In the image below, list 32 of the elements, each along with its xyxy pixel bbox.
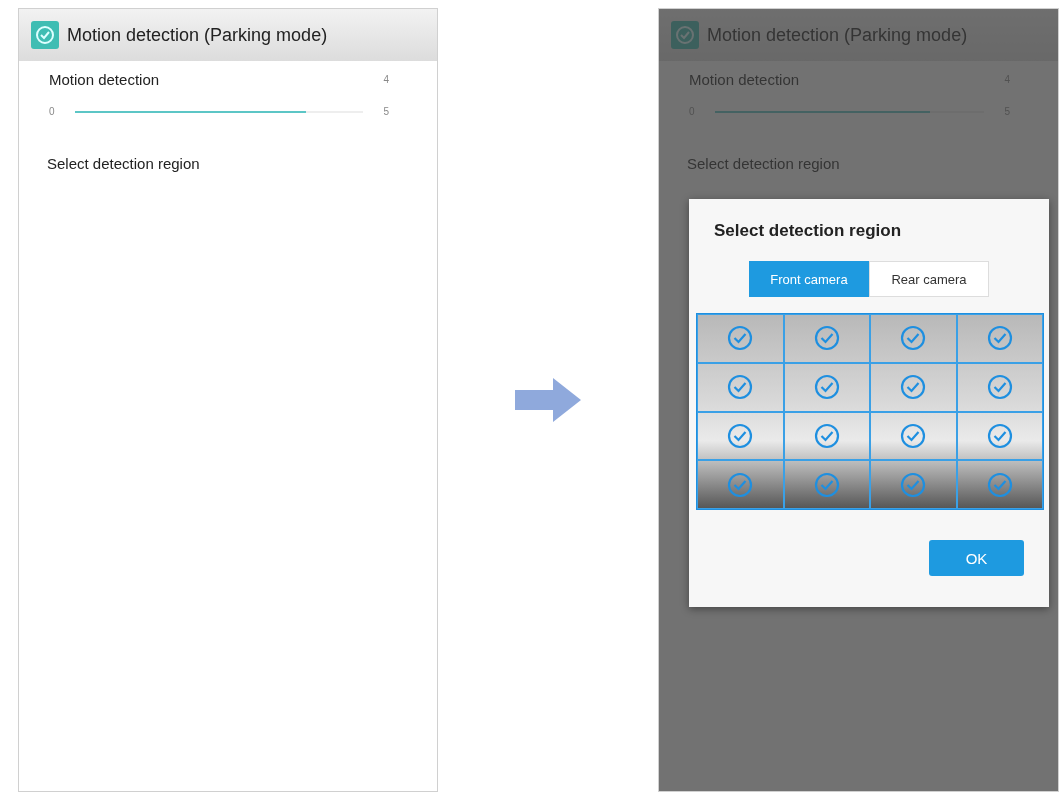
region-cell[interactable] — [697, 362, 784, 412]
slider-track[interactable] — [74, 110, 364, 113]
region-cell[interactable] — [697, 314, 784, 363]
region-setting[interactable]: Select detection region — [687, 155, 840, 172]
region-setting[interactable]: Select detection region — [47, 155, 200, 172]
region-cell[interactable] — [783, 362, 870, 412]
region-cell[interactable] — [956, 314, 1043, 363]
region-cell[interactable] — [956, 411, 1043, 461]
screen-title: Motion detection (Parking mode) — [707, 24, 968, 46]
region-cell[interactable] — [697, 460, 784, 509]
setting-label: Motion detection — [689, 71, 800, 88]
region-cell[interactable] — [870, 314, 957, 363]
slider-min-label: 0 — [49, 106, 55, 117]
screen-title: Motion detection (Parking mode) — [67, 24, 328, 46]
region-cell[interactable] — [956, 460, 1043, 509]
region-cell[interactable] — [783, 411, 870, 461]
camera-tab[interactable]: Rear camera — [869, 261, 989, 297]
region-cell[interactable] — [870, 460, 957, 509]
region-cell[interactable] — [956, 362, 1043, 412]
dialog-title: Select detection region — [713, 220, 903, 241]
setting-label: Motion detection — [49, 71, 160, 88]
app-icon — [31, 21, 59, 49]
region-cell[interactable] — [783, 314, 870, 363]
slider-max-label: 5 — [383, 106, 389, 117]
camera-tab[interactable]: Front camera — [749, 261, 869, 297]
region-cell[interactable] — [697, 411, 784, 461]
region-cell[interactable] — [783, 460, 870, 509]
ok-button[interactable]: OK — [929, 540, 1024, 576]
region-cell[interactable] — [870, 411, 957, 461]
right-arrow-icon — [515, 378, 581, 422]
region-cell[interactable] — [870, 362, 957, 412]
setting-value: 4 — [383, 74, 389, 85]
